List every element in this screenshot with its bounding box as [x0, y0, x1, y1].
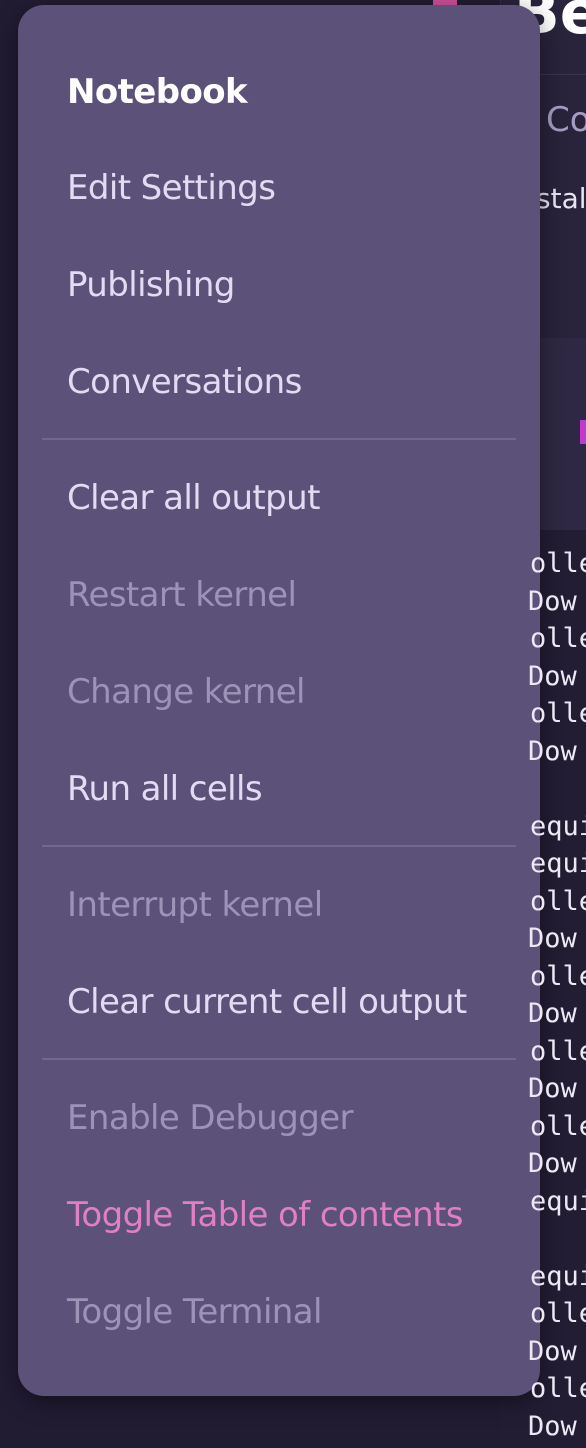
output-line: olle — [530, 1298, 586, 1329]
output-line: olle — [530, 623, 586, 654]
output-line: Dow — [528, 923, 577, 954]
output-line: Dow — [528, 1335, 577, 1367]
menu-item-run-all-cells[interactable]: Run all cells — [67, 769, 263, 809]
output-line: equi — [530, 810, 586, 842]
menu-separator — [42, 438, 516, 440]
menu-item-clear-current-cell-output[interactable]: Clear current cell output — [67, 982, 467, 1022]
output-line: olle — [530, 960, 586, 992]
output-line: equi — [530, 1260, 586, 1292]
menu-separator — [42, 845, 516, 847]
output-line: Dow — [528, 660, 577, 692]
menu-item-edit-settings[interactable]: Edit Settings — [67, 168, 276, 208]
notebook-menu: Notebook Edit Settings Publishing Conversa… — [18, 5, 540, 1396]
menu-item-change-kernel: Change kernel — [67, 672, 305, 712]
menu-header: Notebook — [67, 72, 248, 112]
menu-item-conversations[interactable]: Conversations — [67, 362, 302, 402]
menu-item-toggle-table-of-contents[interactable]: Toggle Table of contents — [67, 1195, 464, 1235]
notebook-tab[interactable]: Co — [546, 100, 586, 140]
menu-item-enable-debugger: Enable Debugger — [67, 1098, 354, 1138]
output-line: equi — [530, 848, 586, 879]
output-line: Dow — [528, 1410, 577, 1442]
output-line: equi — [530, 1185, 586, 1217]
output-line: Dow — [528, 735, 577, 767]
output-line: olle — [530, 885, 586, 917]
output-line: olle — [530, 698, 586, 729]
menu-item-restart-kernel: Restart kernel — [67, 575, 297, 615]
menu-item-publishing[interactable]: Publishing — [67, 265, 235, 305]
output-line: olle — [530, 1035, 586, 1067]
menu-item-interrupt-kernel: Interrupt kernel — [67, 885, 323, 925]
cell-marker — [580, 420, 586, 444]
output-line: Dow — [528, 585, 577, 617]
app-window: Be Co stal Notebook Edit SettingsPublish… — [0, 0, 586, 1448]
output-line: olle — [530, 1110, 586, 1142]
menu-item-toggle-terminal: Toggle Terminal — [67, 1292, 322, 1332]
notebook-text: stal — [536, 182, 586, 215]
output-line: Dow — [528, 998, 577, 1029]
menu-item-clear-all-output[interactable]: Clear all output — [67, 478, 320, 518]
menu-separator — [42, 1058, 516, 1060]
output-line: olle — [530, 548, 586, 579]
output-line: Dow — [528, 1073, 577, 1104]
output-line: olle — [530, 1373, 586, 1404]
output-line: Dow — [528, 1148, 577, 1179]
